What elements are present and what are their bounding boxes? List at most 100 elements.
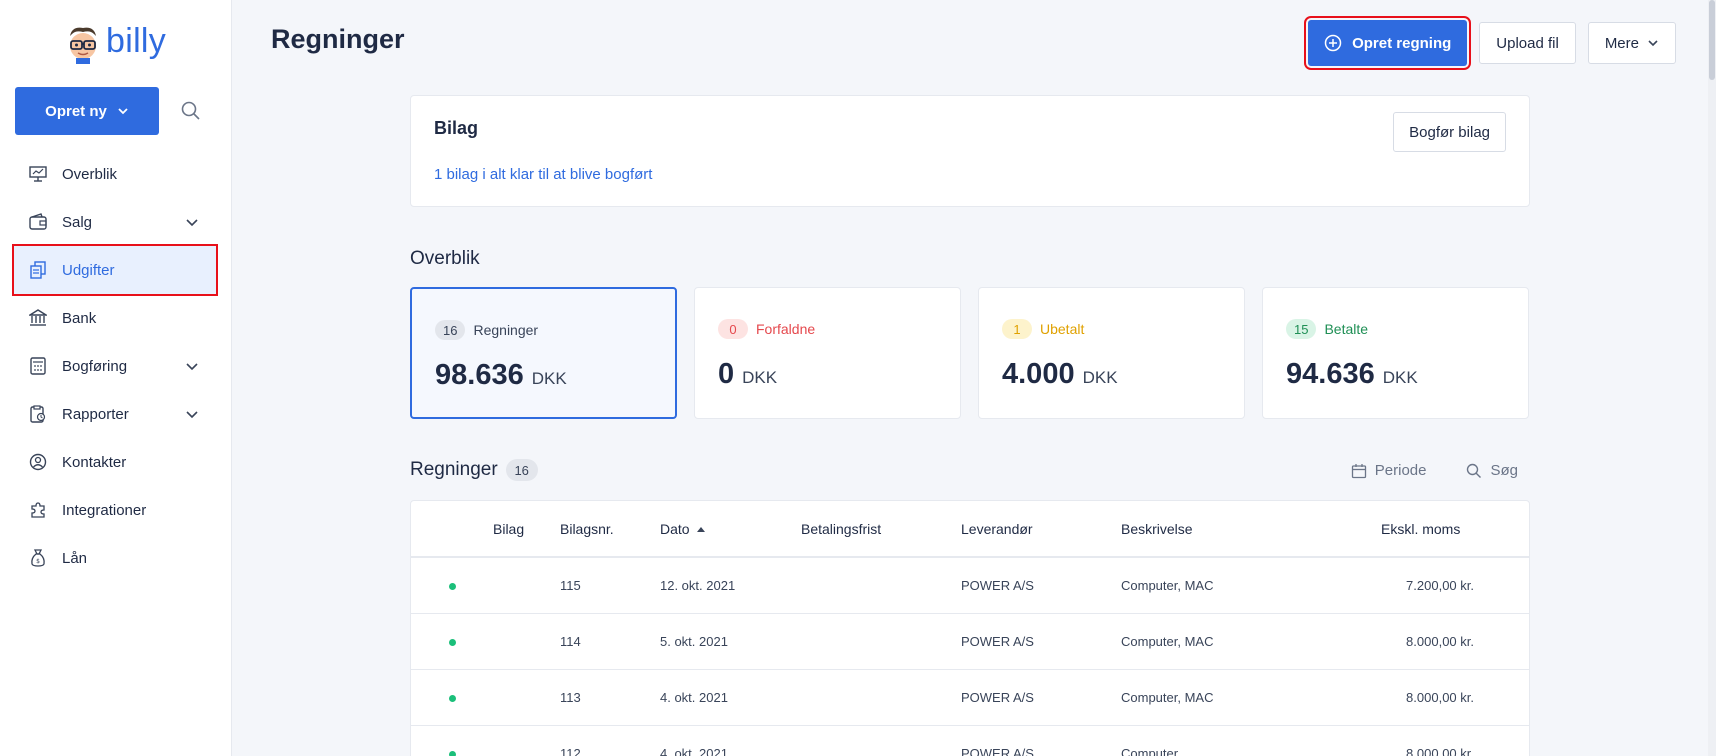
bills-count-badge: 16 (505, 459, 538, 481)
stat-unit: DKK (742, 368, 778, 387)
period-filter-button[interactable]: Periode (1351, 462, 1427, 479)
column-header-dato[interactable]: Dato (660, 521, 706, 537)
search-icon (1467, 463, 1482, 478)
sidebar-item-label: Udgifter (62, 261, 115, 279)
cell-vendor: POWER A/S (961, 578, 1034, 593)
count-badge: 16 (435, 320, 466, 340)
sidebar-item-label: Lån (62, 549, 88, 567)
stat-card-betalte[interactable]: 15 Betalte 94.636 DKK (1262, 287, 1529, 419)
bills-list-title: Regninger (410, 459, 498, 480)
upload-file-label: Upload fil (1496, 34, 1559, 52)
scrollbar-thumb[interactable] (1709, 0, 1715, 80)
status-dot (449, 583, 456, 590)
more-button[interactable]: Mere (1587, 22, 1676, 64)
sidebar-nav: Overblik Salg Udgifter Bank Bogføring Ra… (12, 150, 218, 582)
stat-amount: 98.636 (435, 359, 524, 391)
page-scrollbar[interactable] (1708, 0, 1716, 756)
stat-amount: 94.636 (1286, 358, 1375, 390)
stat-card-ubetalt[interactable]: 1 Ubetalt 4.000 DKK (978, 287, 1245, 419)
cell-bilagsnr: 113 (560, 690, 581, 705)
search-label: Søg (1490, 462, 1518, 479)
cell-description: Computer (1121, 746, 1179, 756)
calculator-icon (28, 356, 48, 376)
cell-amount: 7.200,00 kr. (1406, 578, 1474, 593)
calendar-icon (1351, 463, 1366, 478)
sidebar-item-rapporter[interactable]: Rapporter (14, 390, 216, 438)
more-label: Mere (1604, 34, 1639, 52)
stat-unit: DKK (531, 369, 567, 388)
cell-amount: 8.000,00 kr. (1406, 634, 1474, 649)
cell-vendor: POWER A/S (961, 690, 1034, 705)
sidebar-item-label: Bogføring (62, 357, 128, 375)
period-label: Periode (1374, 462, 1427, 479)
billy-logo[interactable]: billy (64, 22, 166, 66)
column-header-ekskl-moms[interactable]: Ekskl. moms (1381, 521, 1460, 537)
stat-value: 94.636 DKK (1286, 358, 1418, 391)
cell-date: 4. okt. 2021 (660, 690, 728, 705)
cell-vendor: POWER A/S (961, 746, 1034, 756)
bank-icon (28, 308, 48, 328)
column-header-betalingsfrist[interactable]: Betalingsfrist (801, 521, 881, 537)
cell-description: Computer, MAC (1121, 578, 1214, 593)
sort-ascending-icon (696, 527, 705, 532)
stat-label: 16 Regninger (435, 320, 538, 340)
create-new-button[interactable]: Opret ny (15, 87, 159, 135)
sidebar-item-overblik[interactable]: Overblik (14, 150, 216, 198)
sidebar-item-kontakter[interactable]: Kontakter (14, 438, 216, 486)
presentation-icon (28, 164, 48, 184)
sidebar-item-lan[interactable]: $ Lån (14, 534, 216, 582)
stat-value: 98.636 DKK (435, 359, 567, 392)
cell-bilagsnr: 112 (560, 746, 581, 756)
search-icon[interactable] (180, 100, 202, 122)
main-content: Regninger Opret regning Upload fil Mere … (233, 0, 1716, 756)
book-vouchers-button[interactable]: Bogfør bilag (1393, 112, 1506, 152)
cell-description: Computer, MAC (1121, 690, 1214, 705)
stat-label-text: Betalte (1324, 321, 1369, 337)
stat-label: 15 Betalte (1286, 319, 1368, 339)
chevron-down-icon (186, 219, 198, 227)
stat-card-forfaldne[interactable]: 0 Forfaldne 0 DKK (694, 287, 961, 419)
table-row[interactable]: 114 5. okt. 2021 POWER A/S Computer, MAC… (411, 614, 1529, 670)
sidebar-item-label: Bank (62, 309, 97, 327)
column-header-leverandor[interactable]: Leverandør (961, 521, 1033, 537)
stat-label: 1 Ubetalt (1002, 319, 1084, 339)
sidebar-item-bogforing[interactable]: Bogføring (14, 342, 216, 390)
stat-value: 0 DKK (718, 358, 777, 391)
column-header-beskrivelse[interactable]: Beskrivelse (1121, 521, 1193, 537)
upload-file-button[interactable]: Upload fil (1479, 22, 1576, 64)
sidebar-item-label: Salg (62, 213, 93, 231)
chevron-down-icon (118, 108, 128, 115)
plus-circle-icon (1324, 34, 1342, 52)
search-button[interactable]: Søg (1466, 462, 1518, 479)
header-actions: Opret regning Upload fil Mere (1304, 16, 1676, 70)
cell-description: Computer, MAC (1121, 634, 1214, 649)
column-header-bilag[interactable]: Bilag (493, 521, 524, 537)
stat-unit: DKK (1082, 368, 1118, 387)
vouchers-title: Bilag (434, 118, 479, 138)
count-badge: 1 (1002, 319, 1032, 339)
puzzle-icon (28, 500, 48, 520)
sidebar-item-integrationer[interactable]: Integrationer (14, 486, 216, 534)
create-bill-button[interactable]: Opret regning (1304, 16, 1472, 70)
money-bag-icon: $ (28, 548, 48, 568)
table-row[interactable]: 112 4. okt. 2021 POWER A/S Computer 8.00… (411, 726, 1529, 756)
stat-card-regninger[interactable]: 16 Regninger 98.636 DKK (410, 287, 677, 419)
column-header-label: Dato (660, 521, 690, 537)
stat-label-text: Forfaldne (756, 321, 816, 337)
vouchers-ready-link[interactable]: 1 bilag i alt klar til at blive bogført (434, 166, 652, 183)
cell-vendor: POWER A/S (961, 634, 1034, 649)
status-dot (449, 751, 456, 756)
column-header-bilagsnr[interactable]: Bilagsnr. (560, 521, 614, 537)
table-row[interactable]: 115 12. okt. 2021 POWER A/S Computer, MA… (411, 558, 1529, 614)
create-bill-label: Opret regning (1352, 34, 1452, 52)
count-badge: 0 (718, 319, 748, 339)
sidebar-item-salg[interactable]: Salg (14, 198, 216, 246)
create-new-label: Opret ny (45, 102, 107, 120)
cell-date: 12. okt. 2021 (660, 578, 736, 593)
overview-title: Overblik (410, 248, 480, 269)
sidebar-item-udgifter[interactable]: Udgifter (12, 244, 218, 296)
table-row[interactable]: 113 4. okt. 2021 POWER A/S Computer, MAC… (411, 670, 1529, 726)
sidebar-item-bank[interactable]: Bank (14, 294, 216, 342)
report-icon (28, 404, 48, 424)
sidebar-item-label: Integrationer (62, 501, 147, 519)
